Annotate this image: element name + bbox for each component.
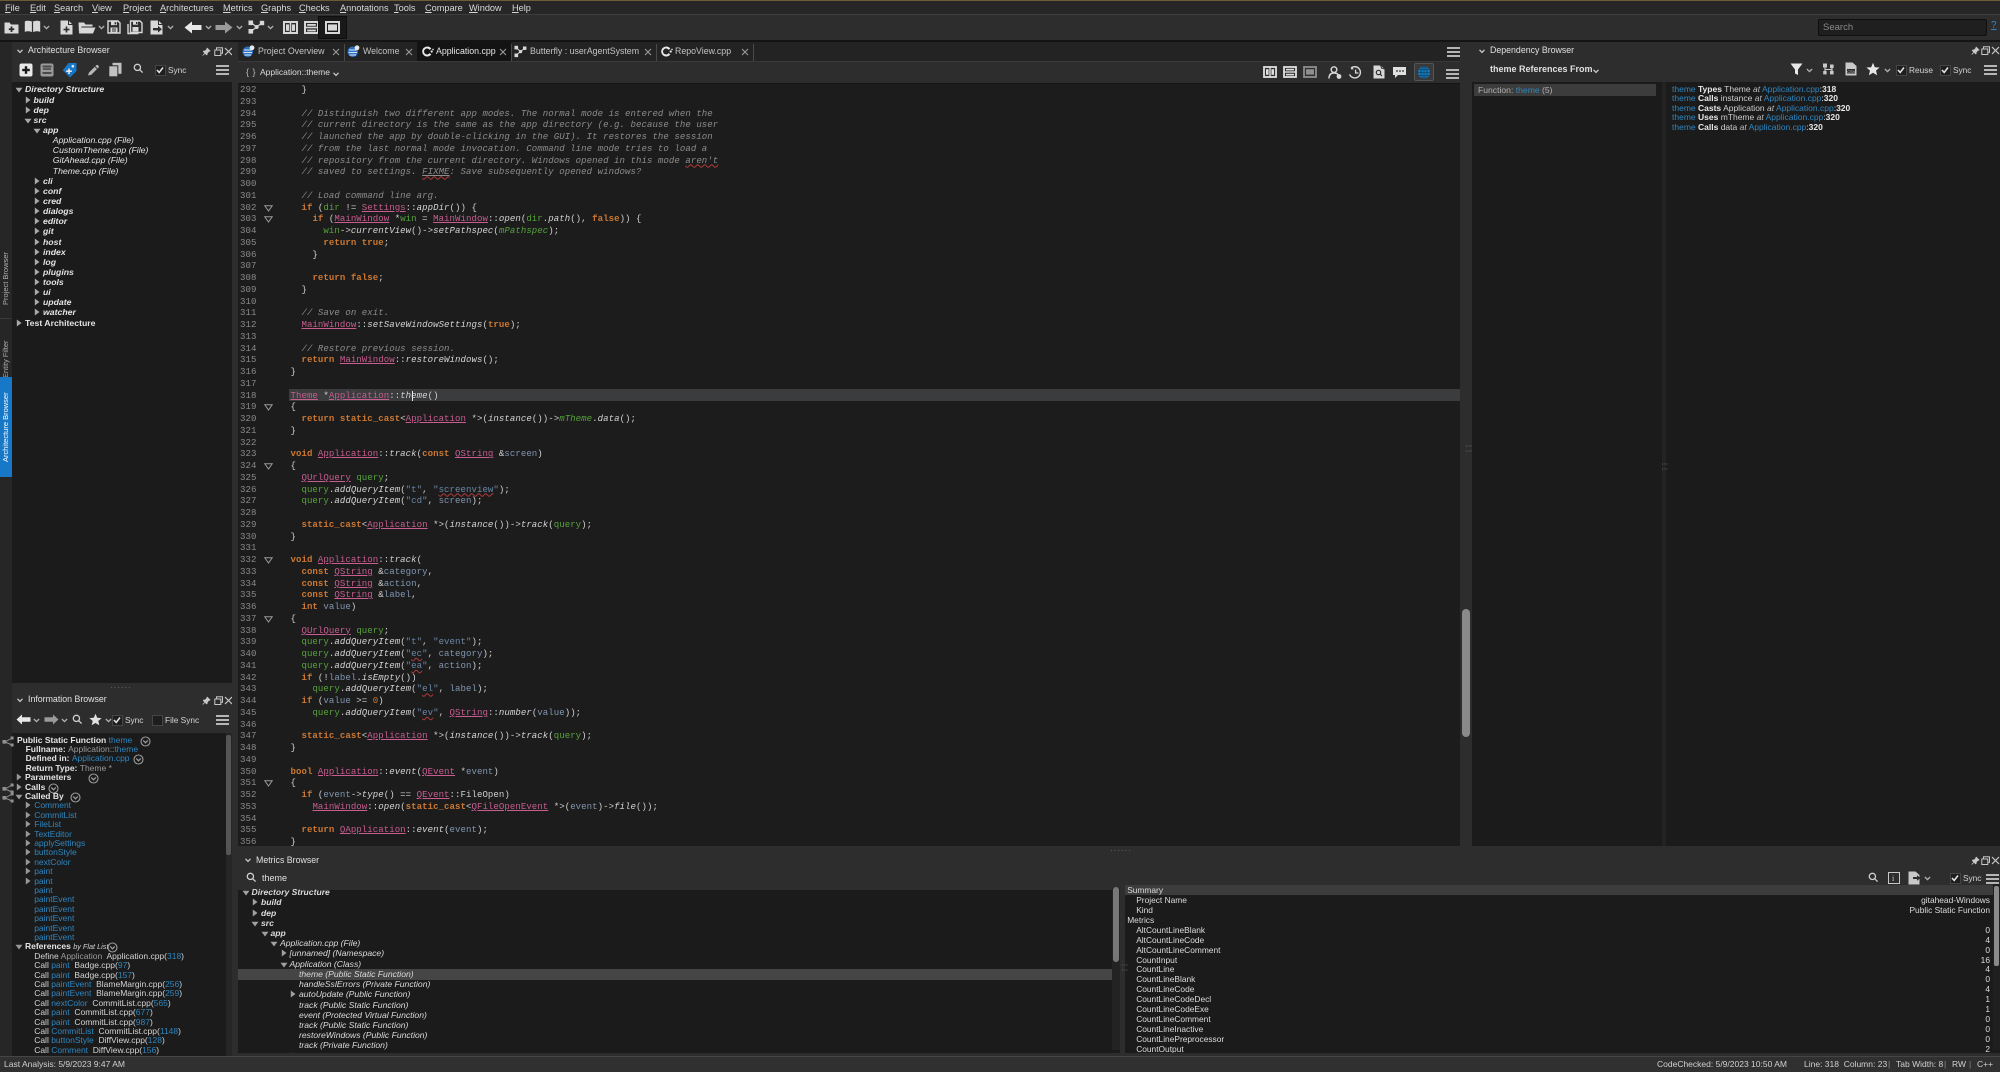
svg-text:i: i	[1892, 874, 1895, 883]
svg-text:CSV: CSV	[1847, 69, 1856, 74]
